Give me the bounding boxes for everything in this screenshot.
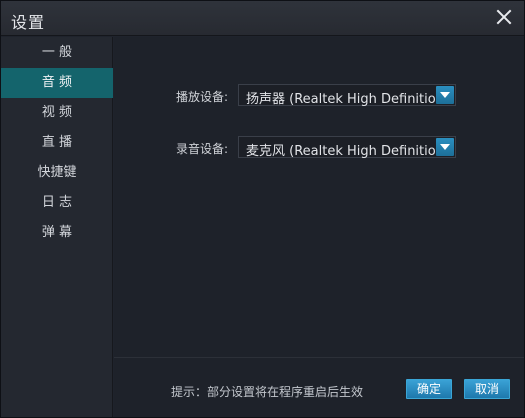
record-device-value: 麦克风 (Realtek High Definitio... [246, 144, 436, 159]
sidebar-item-log[interactable]: 日 志 [1, 188, 113, 218]
settings-window: 设置 一 般 音 频 视 频 直 播 快捷键 日 志 弹 幕 播放设备: 扬声器… [0, 0, 525, 418]
sidebar-item-danmaku[interactable]: 弹 幕 [1, 218, 113, 248]
playback-device-value: 扬声器 (Realtek High Definitio... [246, 92, 436, 107]
close-icon [496, 9, 512, 25]
dropdown-arrow[interactable] [436, 86, 454, 104]
record-device-label: 录音设备: [176, 142, 229, 156]
chevron-down-icon [440, 92, 450, 98]
window-title: 设置 [11, 13, 46, 32]
ok-button[interactable]: 确定 [406, 379, 452, 399]
sidebar-item-general[interactable]: 一 般 [1, 38, 113, 68]
audio-settings-panel: 播放设备: 扬声器 (Realtek High Definitio... 录音设… [114, 37, 524, 357]
record-device-select[interactable]: 麦克风 (Realtek High Definitio... [238, 136, 456, 159]
playback-device-label: 播放设备: [176, 90, 229, 104]
sidebar-item-label: 一 般 [41, 45, 73, 60]
cancel-button[interactable]: 取消 [464, 379, 510, 399]
sidebar-item-label: 直 播 [41, 135, 73, 150]
playback-device-select[interactable]: 扬声器 (Realtek High Definitio... [238, 84, 456, 107]
sidebar-item-audio[interactable]: 音 频 [1, 68, 113, 98]
sidebar-item-shortcuts[interactable]: 快捷键 [1, 158, 113, 188]
sidebar-item-live[interactable]: 直 播 [1, 128, 113, 158]
sidebar-item-label: 音 频 [41, 75, 73, 90]
chevron-down-icon [440, 144, 450, 150]
sidebar-item-video[interactable]: 视 频 [1, 98, 113, 128]
dialog-footer: 提示：部分设置将在程序重启后生效 确定 取消 [114, 357, 524, 417]
sidebar-item-label: 日 志 [41, 195, 73, 210]
sidebar-item-label: 视 频 [41, 105, 73, 120]
sidebar-item-label: 快捷键 [37, 165, 77, 180]
restart-hint: 提示：部分设置将在程序重启后生效 [171, 385, 364, 399]
close-button[interactable] [494, 7, 514, 27]
sidebar-item-label: 弹 幕 [41, 225, 73, 240]
settings-sidebar: 一 般 音 频 视 频 直 播 快捷键 日 志 弹 幕 [1, 37, 113, 417]
title-bar: 设置 [1, 1, 524, 36]
dropdown-arrow[interactable] [436, 138, 454, 156]
